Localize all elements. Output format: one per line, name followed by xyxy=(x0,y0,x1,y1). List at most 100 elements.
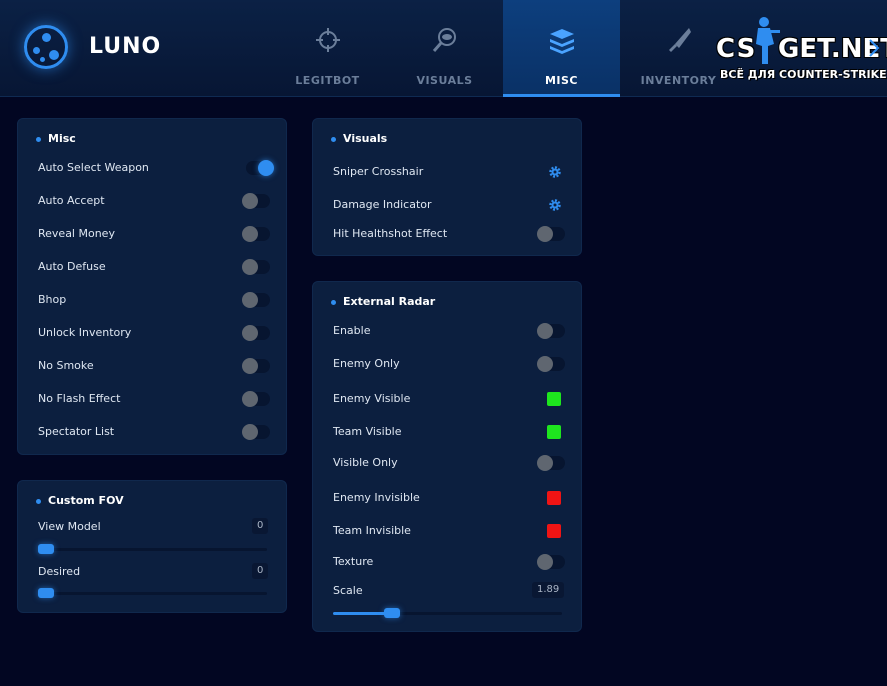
visuals-row-hit-healthshot-effect: Hit Healthshot Effect xyxy=(313,224,581,244)
tab-label: MISC xyxy=(544,74,579,87)
panel-title: Visuals xyxy=(343,132,388,145)
auto-select-weapon-toggle[interactable] xyxy=(246,160,274,176)
hit-healthshot-effect-toggle[interactable] xyxy=(537,226,565,242)
row-label: Desired xyxy=(38,565,81,578)
misc-row-auto-accept: Auto Accept xyxy=(18,191,286,211)
team-invisible-color-swatch[interactable] xyxy=(547,524,561,538)
layers-icon xyxy=(550,29,574,54)
reveal-money-toggle[interactable] xyxy=(242,226,270,242)
view-model-value[interactable]: 0 xyxy=(252,518,269,534)
desired-slider[interactable] xyxy=(38,588,267,598)
panel-bullet-icon xyxy=(36,137,41,142)
visuals-panel: Visuals Sniper Crosshair Damage Indicato… xyxy=(312,118,582,256)
radar-row-enable: Enable xyxy=(313,321,581,341)
radar-row-team-visible: Team Visible xyxy=(313,422,581,442)
top-header: LUNO LEGITBOT VISUALS MISC INVENTORY CS … xyxy=(0,0,887,97)
custom-fov-panel: Custom FOV View Model 0 Desired 0 xyxy=(17,480,287,613)
radar-row-scale: Scale 1.89 xyxy=(313,581,581,601)
slider-thumb[interactable] xyxy=(38,588,54,598)
external-radar-panel: External Radar Enable Enemy Only Enemy V… xyxy=(312,281,582,632)
misc-row-spectator-list: Spectator List xyxy=(18,422,286,442)
panel-title: Custom FOV xyxy=(48,494,124,507)
radar-row-enemy-only: Enemy Only xyxy=(313,354,581,374)
team-visible-color-swatch[interactable] xyxy=(547,425,561,439)
enemy-visible-color-swatch[interactable] xyxy=(547,392,561,406)
misc-panel: Misc Auto Select Weapon Auto Accept Reve… xyxy=(17,118,287,455)
gear-icon[interactable] xyxy=(548,165,562,179)
tab-visuals[interactable]: VISUALS xyxy=(386,0,503,97)
app-title: LUNO xyxy=(89,34,162,59)
panel-bullet-icon xyxy=(331,300,336,305)
bhop-toggle[interactable] xyxy=(242,292,270,308)
row-label: No Smoke xyxy=(38,359,94,372)
radar-row-enemy-invisible: Enemy Invisible xyxy=(313,488,581,508)
visuals-row-sniper-crosshair: Sniper Crosshair xyxy=(313,162,581,182)
row-label: Enemy Only xyxy=(333,357,400,370)
misc-row-bhop: Bhop xyxy=(18,290,286,310)
gear-icon[interactable] xyxy=(548,198,562,212)
watermark-cs: CS xyxy=(716,34,757,64)
row-label: Auto Accept xyxy=(38,194,105,207)
row-label: Bhop xyxy=(38,293,67,306)
visuals-row-damage-indicator: Damage Indicator xyxy=(313,195,581,215)
row-label: Hit Healthshot Effect xyxy=(333,227,448,240)
radar-row-team-invisible: Team Invisible xyxy=(313,521,581,541)
fov-row-view-model: View Model 0 xyxy=(18,517,286,537)
scale-slider[interactable] xyxy=(333,608,562,618)
row-label: Unlock Inventory xyxy=(38,326,132,339)
tab-label: LEGITBOT xyxy=(295,74,360,87)
misc-row-reveal-money: Reveal Money xyxy=(18,224,286,244)
row-label: Auto Defuse xyxy=(38,260,106,273)
tab-legitbot[interactable]: LEGITBOT xyxy=(269,0,386,97)
luno-logo-icon xyxy=(24,25,68,69)
radar-row-visible-only: Visible Only xyxy=(313,453,581,473)
spectator-list-toggle[interactable] xyxy=(242,424,270,440)
row-label: Enemy Invisible xyxy=(333,491,420,504)
no-flash-effect-toggle[interactable] xyxy=(242,391,270,407)
row-label: Damage Indicator xyxy=(333,198,432,211)
radar-row-texture: Texture xyxy=(313,552,581,572)
watermark-subtitle: ВСЁ ДЛЯ COUNTER-STRIKE 1.6 xyxy=(720,68,887,81)
slider-thumb[interactable] xyxy=(384,608,401,618)
texture-toggle[interactable] xyxy=(537,554,565,570)
radar-row-enemy-visible: Enemy Visible xyxy=(313,389,581,409)
tab-label: VISUALS xyxy=(416,74,473,87)
crosshair-icon xyxy=(316,28,340,52)
row-label: Team Visible xyxy=(333,425,402,438)
watermark: CS GET.NET ВСЁ ДЛЯ COUNTER-STRIKE 1.6 xyxy=(712,16,887,86)
misc-row-auto-defuse: Auto Defuse xyxy=(18,257,286,277)
unlock-inventory-toggle[interactable] xyxy=(242,325,270,341)
scale-value[interactable]: 1.89 xyxy=(532,582,565,598)
misc-row-no-flash-effect: No Flash Effect xyxy=(18,389,286,409)
chevron-right-icon[interactable] xyxy=(866,38,882,58)
fov-row-desired: Desired 0 xyxy=(18,562,286,582)
row-label: Reveal Money xyxy=(38,227,115,240)
row-label: View Model xyxy=(38,520,101,533)
panel-title: Misc xyxy=(48,132,76,145)
auto-defuse-toggle[interactable] xyxy=(242,259,270,275)
enemy-invisible-color-swatch[interactable] xyxy=(547,491,561,505)
desired-value[interactable]: 0 xyxy=(252,563,269,579)
enable-toggle[interactable] xyxy=(537,323,565,339)
row-label: Texture xyxy=(333,555,374,568)
row-label: Spectator List xyxy=(38,425,115,438)
no-smoke-toggle[interactable] xyxy=(242,358,270,374)
tab-misc[interactable]: MISC xyxy=(503,0,620,97)
misc-row-no-smoke: No Smoke xyxy=(18,356,286,376)
row-label: Enemy Visible xyxy=(333,392,411,405)
enemy-only-toggle[interactable] xyxy=(537,356,565,372)
row-label: Visible Only xyxy=(333,456,398,469)
knife-icon xyxy=(669,28,691,52)
view-model-slider[interactable] xyxy=(38,544,267,554)
row-label: Enable xyxy=(333,324,371,337)
visible-only-toggle[interactable] xyxy=(537,455,565,471)
slider-thumb[interactable] xyxy=(38,544,54,554)
row-label: Sniper Crosshair xyxy=(333,165,424,178)
misc-row-auto-select-weapon: Auto Select Weapon xyxy=(18,158,286,178)
panel-bullet-icon xyxy=(331,137,336,142)
row-label: Auto Select Weapon xyxy=(38,161,149,174)
panel-title: External Radar xyxy=(343,295,436,308)
row-label: Team Invisible xyxy=(333,524,411,537)
panel-bullet-icon xyxy=(36,499,41,504)
auto-accept-toggle[interactable] xyxy=(242,193,270,209)
